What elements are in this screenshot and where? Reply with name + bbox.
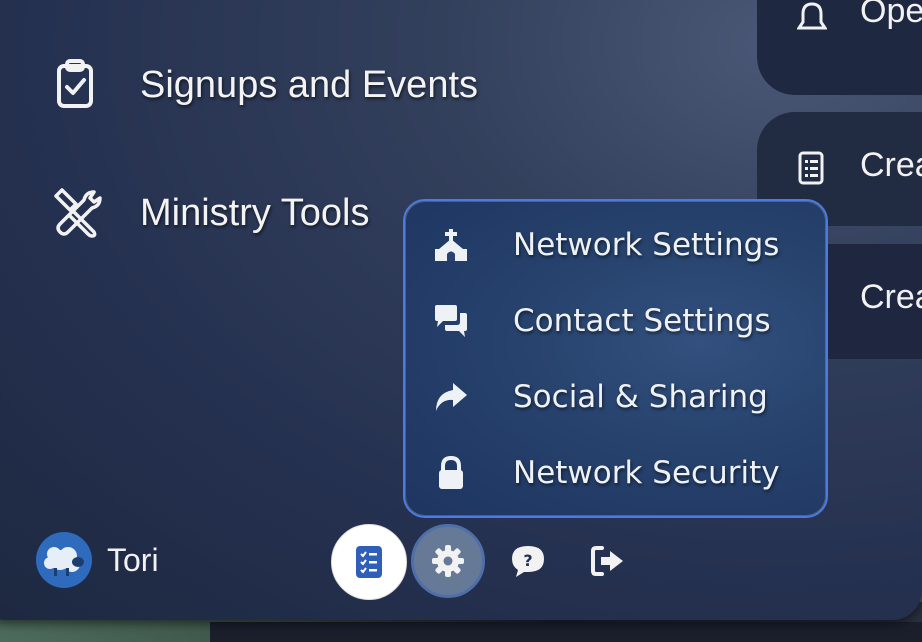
menu-item-network-security[interactable]: Network Security bbox=[431, 449, 811, 499]
right-card-label: Crea bbox=[860, 146, 922, 184]
menu-item-social-sharing[interactable]: Social & Sharing bbox=[431, 373, 811, 423]
bell-icon bbox=[797, 2, 827, 30]
gear-icon bbox=[432, 545, 464, 577]
settings-menu: Network Settings Contact Settings Social… bbox=[403, 199, 828, 518]
share-arrow-icon bbox=[436, 383, 467, 411]
settings-button[interactable] bbox=[411, 524, 485, 598]
svg-text:?: ? bbox=[523, 551, 532, 570]
nav-item-label: Signups and Events bbox=[140, 64, 479, 106]
avatar[interactable] bbox=[36, 532, 92, 588]
right-card-label: Ope bbox=[860, 0, 922, 30]
logout-button[interactable] bbox=[571, 524, 645, 598]
tools-icon bbox=[54, 188, 102, 238]
sheep-avatar-icon bbox=[44, 547, 84, 576]
checklist-button[interactable] bbox=[331, 524, 407, 600]
right-card-open[interactable]: Ope bbox=[757, 0, 922, 95]
help-button[interactable]: ? bbox=[491, 524, 565, 598]
logout-icon bbox=[591, 546, 623, 576]
background-shadow bbox=[210, 622, 922, 642]
menu-item-label: Network Settings bbox=[513, 227, 780, 263]
menu-item-contact-settings[interactable]: Contact Settings bbox=[431, 297, 811, 347]
clipboard-check-icon bbox=[57, 59, 93, 108]
lock-icon bbox=[439, 455, 463, 489]
menu-item-network-settings[interactable]: Network Settings bbox=[431, 221, 811, 271]
menu-item-label: Network Security bbox=[513, 455, 780, 491]
church-icon bbox=[435, 229, 467, 261]
menu-item-label: Contact Settings bbox=[513, 303, 771, 339]
chat-bubbles-icon bbox=[435, 305, 467, 337]
nav-item-label: Ministry Tools bbox=[140, 192, 370, 234]
user-name: Tori bbox=[107, 542, 159, 578]
help-icon: ? bbox=[512, 546, 544, 577]
right-card-label: Crea bbox=[860, 278, 922, 316]
menu-item-label: Social & Sharing bbox=[513, 379, 768, 415]
checklist-icon bbox=[356, 546, 382, 578]
checklist-icon bbox=[798, 151, 824, 185]
